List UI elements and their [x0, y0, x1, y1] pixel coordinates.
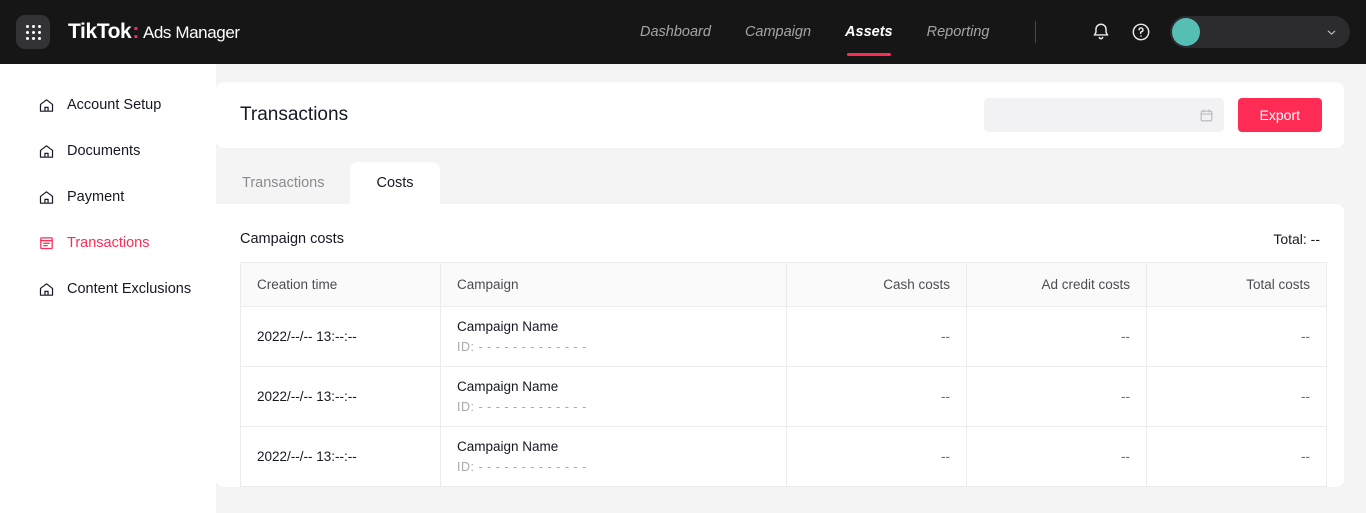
grid-apps-glyph [26, 25, 41, 40]
cell-total-costs: -- [1147, 427, 1327, 487]
date-range-picker[interactable] [984, 98, 1224, 132]
cell-creation-time: 2022/--/-- 13:--:-- [241, 367, 441, 427]
sidebar-item-transactions[interactable]: Transactions [0, 220, 216, 266]
main-nav: Dashboard Campaign Assets Reporting [640, 0, 1036, 64]
nav-link-dashboard[interactable]: Dashboard [640, 20, 711, 44]
home-icon [38, 281, 55, 298]
campaign-id: ID: - - - - - - - - - - - - - [457, 460, 770, 474]
sidebar-item-label: Payment [67, 189, 124, 205]
page-header-card: Transactions Export [216, 82, 1344, 148]
cell-cash-costs: -- [787, 307, 967, 367]
sidebar-item-payment[interactable]: Payment [0, 174, 216, 220]
cell-campaign: Campaign Name ID: - - - - - - - - - - - … [441, 367, 787, 427]
chevron-down-icon [1325, 26, 1338, 39]
campaign-costs-table: Creation time Campaign Cash costs Ad cre… [240, 262, 1327, 487]
receipt-icon [38, 235, 55, 252]
table-header: Creation time Campaign Cash costs Ad cre… [241, 263, 1327, 307]
home-icon [38, 97, 55, 114]
total-label: Total: -- [1273, 231, 1320, 247]
nav-right-cluster [1090, 16, 1350, 48]
section-title: Campaign costs [240, 231, 344, 247]
avatar [1172, 18, 1200, 46]
cell-creation-time: 2022/--/-- 13:--:-- [241, 307, 441, 367]
help-circle-icon[interactable] [1130, 21, 1152, 43]
top-navigation-bar: TikTok : Ads Manager Dashboard Campaign … [0, 0, 1366, 64]
account-selector[interactable] [1170, 16, 1350, 48]
sidebar-item-content-exclusions[interactable]: Content Exclusions [0, 266, 216, 312]
export-button[interactable]: Export [1238, 98, 1322, 132]
sidebar-item-label: Transactions [67, 235, 149, 251]
main-content: Transactions Export Transactions Costs C… [216, 64, 1366, 513]
nav-link-reporting[interactable]: Reporting [927, 20, 990, 44]
costs-panel: Campaign costs Total: -- Creation time C… [216, 204, 1344, 487]
table-row[interactable]: 2022/--/-- 13:--:-- Campaign Name ID: - … [241, 367, 1327, 427]
home-icon [38, 143, 55, 160]
cell-cash-costs: -- [787, 427, 967, 487]
campaign-id: ID: - - - - - - - - - - - - - [457, 340, 770, 354]
page-body: Account Setup Documents Payment [0, 64, 1366, 513]
tab-bar: Transactions Costs [216, 162, 1344, 204]
cell-total-costs: -- [1147, 307, 1327, 367]
column-header-creation-time[interactable]: Creation time [241, 263, 441, 307]
home-icon [38, 189, 55, 206]
cell-campaign: Campaign Name ID: - - - - - - - - - - - … [441, 307, 787, 367]
costs-panel-header: Campaign costs Total: -- [240, 222, 1320, 256]
column-header-total-costs[interactable]: Total costs [1147, 263, 1327, 307]
table-row[interactable]: 2022/--/-- 13:--:-- Campaign Name ID: - … [241, 427, 1327, 487]
column-header-campaign[interactable]: Campaign [441, 263, 787, 307]
tab-transactions[interactable]: Transactions [216, 162, 350, 204]
cell-campaign: Campaign Name ID: - - - - - - - - - - - … [441, 427, 787, 487]
grid-apps-icon[interactable] [16, 15, 50, 49]
sidebar-item-label: Documents [67, 143, 140, 159]
brand-logo[interactable]: TikTok : Ads Manager [68, 20, 240, 44]
cell-ad-credit-costs: -- [967, 307, 1147, 367]
cell-total-costs: -- [1147, 367, 1327, 427]
brand-name: TikTok [68, 20, 131, 44]
nav-link-assets[interactable]: Assets [845, 20, 893, 44]
nav-divider [1035, 21, 1036, 43]
sidebar-item-label: Content Exclusions [67, 281, 191, 297]
column-header-cash-costs[interactable]: Cash costs [787, 263, 967, 307]
campaign-name: Campaign Name [457, 439, 770, 454]
table-row[interactable]: 2022/--/-- 13:--:-- Campaign Name ID: - … [241, 307, 1327, 367]
nav-link-campaign[interactable]: Campaign [745, 20, 811, 44]
brand-colon: : [132, 20, 139, 44]
cell-ad-credit-costs: -- [967, 367, 1147, 427]
cell-ad-credit-costs: -- [967, 427, 1147, 487]
campaign-id: ID: - - - - - - - - - - - - - [457, 400, 770, 414]
table-body: 2022/--/-- 13:--:-- Campaign Name ID: - … [241, 307, 1327, 487]
sidebar-item-label: Account Setup [67, 97, 161, 113]
notification-bell-icon[interactable] [1090, 21, 1112, 43]
sidebar-item-account-setup[interactable]: Account Setup [0, 82, 216, 128]
campaign-name: Campaign Name [457, 379, 770, 394]
page-title: Transactions [240, 104, 348, 126]
calendar-icon [1199, 108, 1214, 123]
cell-creation-time: 2022/--/-- 13:--:-- [241, 427, 441, 487]
sidebar: Account Setup Documents Payment [0, 64, 216, 513]
cell-cash-costs: -- [787, 367, 967, 427]
tab-costs[interactable]: Costs [350, 162, 439, 204]
brand-product: Ads Manager [143, 23, 240, 43]
column-header-ad-credit-costs[interactable]: Ad credit costs [967, 263, 1147, 307]
table-header-row: Creation time Campaign Cash costs Ad cre… [241, 263, 1327, 307]
campaign-name: Campaign Name [457, 319, 770, 334]
sidebar-item-documents[interactable]: Documents [0, 128, 216, 174]
